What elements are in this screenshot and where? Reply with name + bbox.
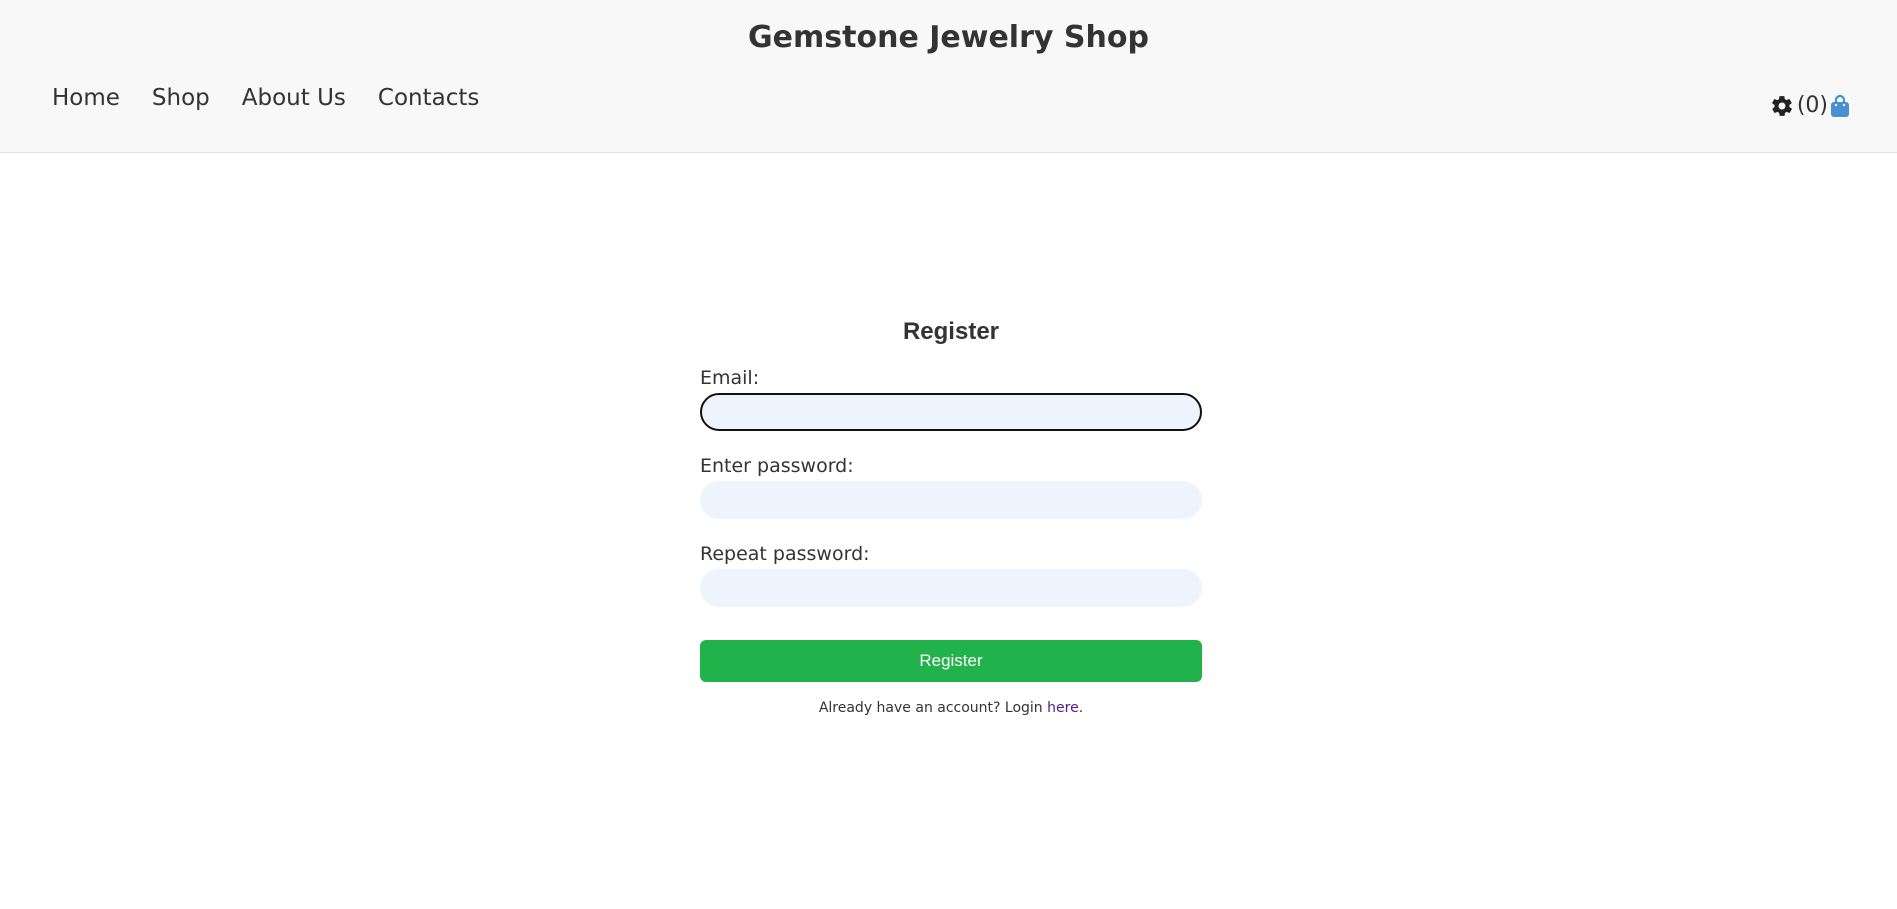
nav-home[interactable]: Home: [52, 85, 120, 111]
repeat-password-input[interactable]: [700, 569, 1202, 607]
site-header: Gemstone Jewelry Shop Home Shop About Us…: [0, 0, 1897, 153]
password-input[interactable]: [700, 481, 1202, 519]
nav-contacts[interactable]: Contacts: [378, 85, 479, 111]
register-form: Register Email: Enter password: Repeat p…: [700, 318, 1202, 716]
nav-shop[interactable]: Shop: [152, 85, 210, 111]
register-button[interactable]: Register: [700, 640, 1202, 682]
login-prompt: Already have an account? Login here.: [700, 700, 1202, 716]
form-title: Register: [902, 318, 1000, 345]
nav-about-us[interactable]: About Us: [242, 85, 346, 111]
main-nav: Home Shop About Us Contacts: [52, 85, 479, 111]
password-label: Enter password:: [700, 455, 854, 477]
login-here-link[interactable]: here: [1047, 700, 1079, 716]
shopping-bag-icon[interactable]: [1829, 94, 1851, 118]
email-input[interactable]: [700, 393, 1202, 431]
header-actions: (0): [1770, 93, 1851, 118]
cart-count: (0): [1796, 93, 1828, 118]
repeat-password-label: Repeat password:: [700, 543, 870, 565]
site-title: Gemstone Jewelry Shop: [748, 20, 1149, 55]
gear-icon[interactable]: [1770, 94, 1794, 118]
email-label: Email:: [700, 367, 760, 389]
login-prompt-text: Already have an account? Login: [818, 700, 1043, 716]
login-prompt-period: .: [1078, 700, 1084, 716]
